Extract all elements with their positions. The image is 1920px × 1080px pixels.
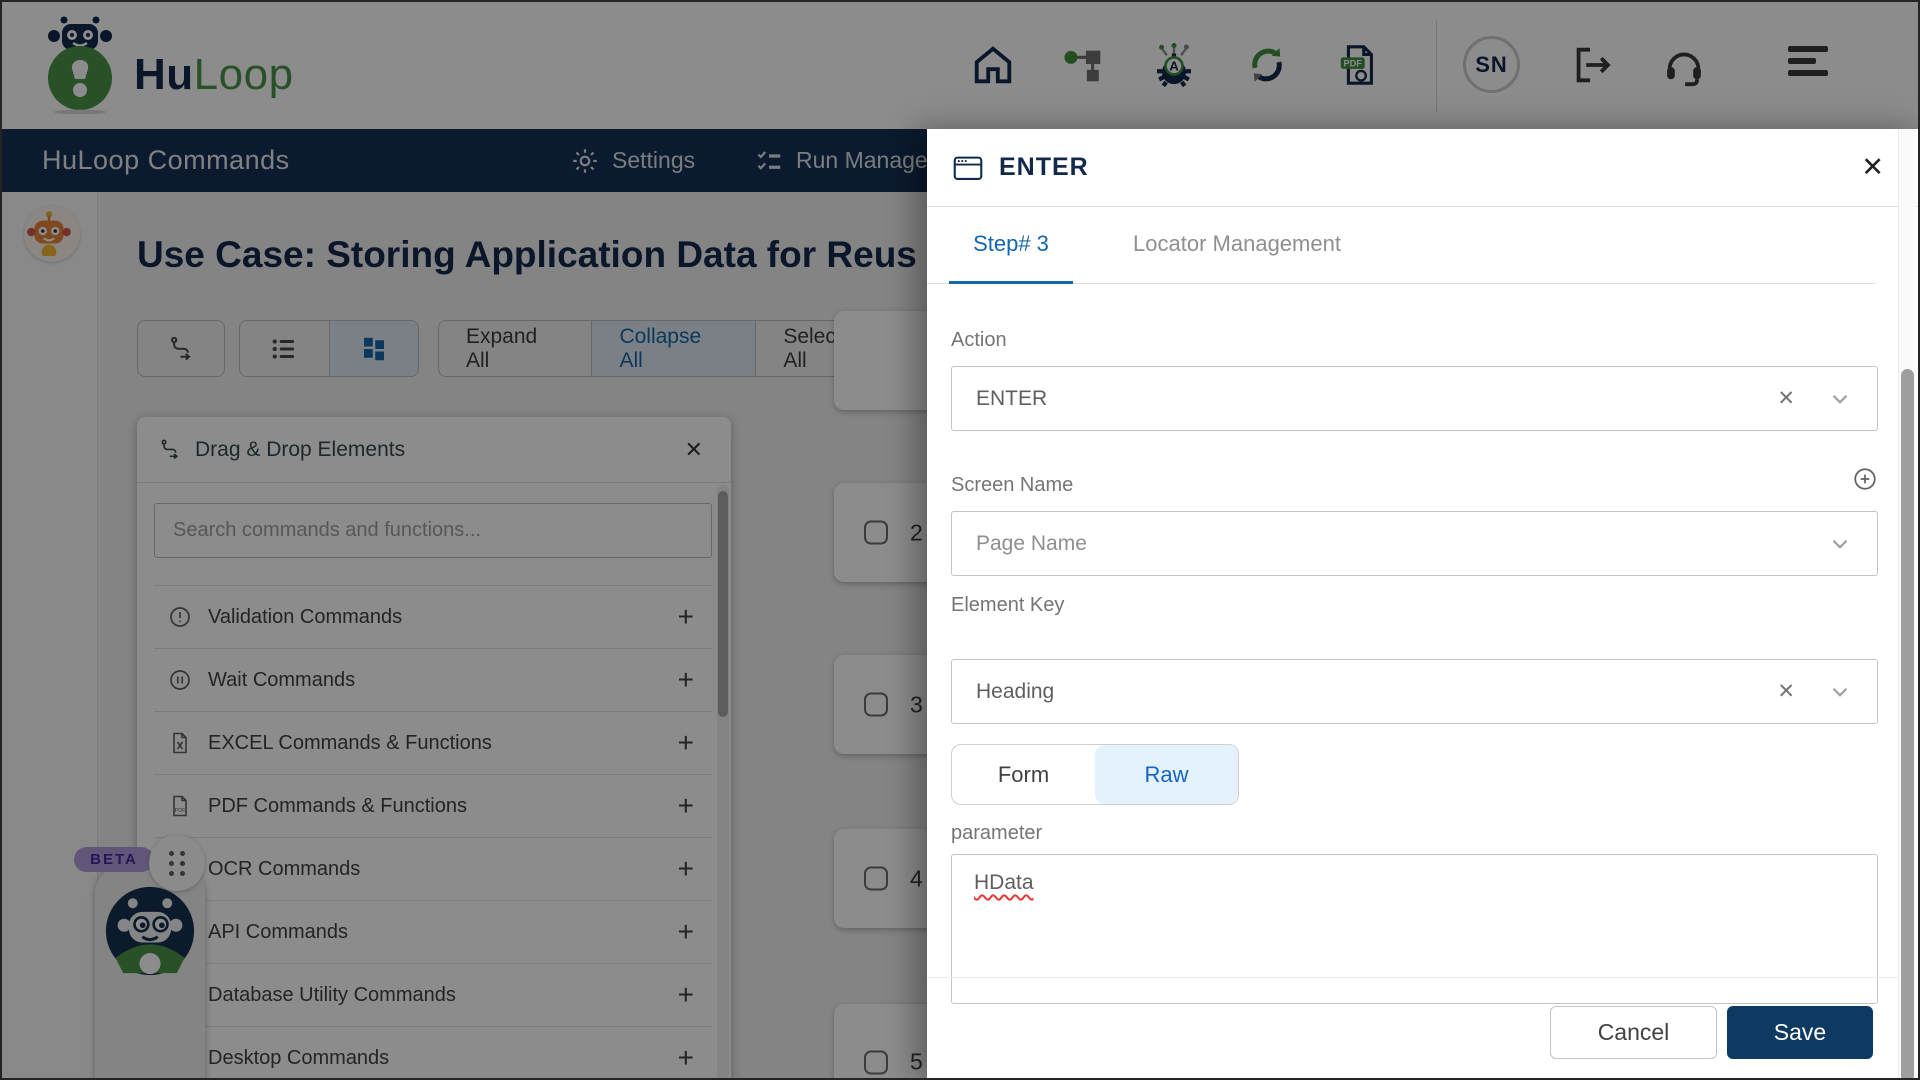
window-icon xyxy=(953,156,983,180)
tab-locator-management[interactable]: Locator Management xyxy=(1107,207,1367,281)
active-tab-indicator xyxy=(949,281,1073,284)
screen-name-select[interactable]: Page Name xyxy=(951,511,1878,576)
parameter-value: HData xyxy=(974,871,1034,894)
drawer-scrollbar-thumb[interactable] xyxy=(1901,369,1914,1078)
app-window: HuLoop A PDF SN HuLoop Commands Settings… xyxy=(0,0,1920,1080)
drawer-title: ENTER xyxy=(999,153,1089,181)
chevron-down-icon[interactable] xyxy=(1827,531,1853,557)
drawer-header: ENTER ✕ xyxy=(927,129,1918,207)
save-button[interactable]: Save xyxy=(1727,1006,1873,1059)
element-key-select[interactable]: Heading ✕ xyxy=(951,659,1878,724)
clear-icon[interactable]: ✕ xyxy=(1763,679,1809,704)
drawer-tabs: Step# 3 Locator Management xyxy=(927,207,1876,284)
cancel-button[interactable]: Cancel xyxy=(1550,1006,1717,1059)
action-label: Action xyxy=(951,329,1007,351)
chevron-down-icon[interactable] xyxy=(1827,386,1853,412)
add-screen-icon[interactable] xyxy=(1852,466,1878,492)
form-mode-button[interactable]: Form xyxy=(952,745,1095,804)
chevron-down-icon[interactable] xyxy=(1827,679,1853,705)
close-icon[interactable]: ✕ xyxy=(1853,150,1892,185)
clear-icon[interactable]: ✕ xyxy=(1763,386,1809,411)
action-select[interactable]: ENTER ✕ xyxy=(951,366,1878,431)
enter-step-drawer: ENTER ✕ Step# 3 Locator Management Actio… xyxy=(927,129,1918,1078)
parameter-label: parameter xyxy=(951,822,1043,844)
screen-name-label: Screen Name xyxy=(951,474,1074,496)
drawer-scrollbar[interactable] xyxy=(1898,129,1916,1078)
element-key-label: Element Key xyxy=(951,594,1065,616)
drawer-footer: Cancel Save xyxy=(927,977,1898,1078)
tab-step[interactable]: Step# 3 xyxy=(949,207,1073,281)
form-raw-toggle: Form Raw xyxy=(951,744,1239,805)
raw-mode-button[interactable]: Raw xyxy=(1095,745,1238,804)
